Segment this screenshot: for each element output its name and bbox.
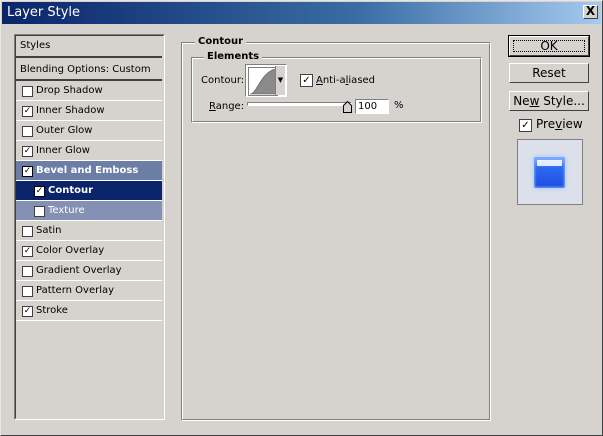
layer-style-dialog: Layer Style X Styles Blending Options: C… bbox=[0, 0, 603, 436]
style-item-label: Inner Glow bbox=[36, 145, 90, 156]
style-item-color-overlay[interactable]: ✓ Color Overlay bbox=[16, 241, 162, 261]
range-slider[interactable] bbox=[247, 102, 352, 106]
new-style-button[interactable]: New Style... bbox=[509, 91, 589, 111]
style-item-gradient-overlay[interactable]: Gradient Overlay bbox=[16, 261, 162, 281]
contour-curve-thumbnail[interactable] bbox=[248, 67, 278, 96]
contour-group-title: Contour bbox=[195, 36, 247, 47]
range-unit: % bbox=[394, 100, 404, 111]
style-item-checkbox[interactable]: ✓ bbox=[22, 246, 33, 257]
style-item-label: Contour bbox=[48, 185, 94, 196]
preview-checkbox[interactable]: ✓ bbox=[519, 119, 532, 132]
style-item-outer-glow[interactable]: Outer Glow bbox=[16, 121, 162, 141]
range-label: Range: bbox=[209, 101, 245, 112]
style-item-contour[interactable]: ✓ Contour bbox=[16, 181, 162, 201]
anti-aliased-checkbox[interactable]: ✓ bbox=[300, 74, 313, 87]
close-button[interactable]: X bbox=[583, 5, 598, 19]
style-item-inner-shadow[interactable]: ✓ Inner Shadow bbox=[16, 101, 162, 121]
style-item-checkbox[interactable] bbox=[34, 206, 45, 217]
styles-header-label: Styles bbox=[20, 40, 51, 51]
window-title: Layer Style bbox=[7, 5, 81, 20]
title-bar[interactable]: Layer Style X bbox=[2, 2, 601, 24]
elements-group-title: Elements bbox=[204, 51, 263, 62]
blending-options-label: Blending Options: Custom bbox=[20, 64, 151, 75]
style-item-stroke[interactable]: ✓ Stroke bbox=[16, 301, 162, 321]
anti-aliased-label: Anti-aliased bbox=[316, 75, 376, 86]
style-item-label: Color Overlay bbox=[36, 245, 105, 256]
style-item-checkbox[interactable] bbox=[22, 286, 33, 297]
style-item-checkbox[interactable]: ✓ bbox=[34, 186, 45, 197]
styles-header[interactable]: Styles bbox=[16, 36, 162, 58]
style-item-label: Texture bbox=[48, 205, 85, 216]
style-preview bbox=[517, 139, 583, 205]
preview-swatch bbox=[534, 157, 565, 188]
style-item-checkbox[interactable] bbox=[22, 126, 33, 137]
chevron-down-icon[interactable]: ▼ bbox=[275, 66, 285, 95]
reset-button[interactable]: Reset bbox=[509, 63, 589, 83]
style-item-label: Gradient Overlay bbox=[36, 265, 122, 276]
range-input[interactable]: 100 bbox=[355, 99, 389, 114]
style-item-checkbox[interactable] bbox=[22, 266, 33, 277]
ok-button[interactable]: OK bbox=[508, 35, 590, 57]
style-item-checkbox[interactable]: ✓ bbox=[22, 166, 33, 177]
contour-picker[interactable]: ▼ bbox=[245, 64, 287, 97]
style-item-checkbox[interactable] bbox=[22, 226, 33, 237]
style-item-label: Stroke bbox=[36, 305, 68, 316]
range-slider-thumb[interactable] bbox=[343, 101, 352, 113]
style-item-label: Outer Glow bbox=[36, 125, 93, 136]
style-item-checkbox[interactable] bbox=[22, 86, 33, 97]
style-item-pattern-overlay[interactable]: Pattern Overlay bbox=[16, 281, 162, 301]
style-item-label: Satin bbox=[36, 225, 62, 236]
elements-group bbox=[191, 57, 482, 123]
blending-options-row[interactable]: Blending Options: Custom bbox=[16, 59, 162, 81]
style-item-checkbox[interactable]: ✓ bbox=[22, 306, 33, 317]
style-item-checkbox[interactable]: ✓ bbox=[22, 146, 33, 157]
style-item-texture[interactable]: Texture bbox=[16, 201, 162, 221]
contour-label: Contour: bbox=[201, 75, 245, 86]
style-item-drop-shadow[interactable]: Drop Shadow bbox=[16, 81, 162, 101]
style-item-bevel-and-emboss[interactable]: ✓ Bevel and Emboss bbox=[16, 161, 162, 181]
style-item-label: Bevel and Emboss bbox=[36, 165, 139, 176]
style-item-checkbox[interactable]: ✓ bbox=[22, 106, 33, 117]
style-item-label: Pattern Overlay bbox=[36, 285, 115, 296]
preview-label: Preview bbox=[536, 117, 583, 131]
styles-list: Styles Blending Options: Custom Drop Sha… bbox=[14, 34, 165, 420]
style-item-label: Drop Shadow bbox=[36, 85, 103, 96]
style-item-label: Inner Shadow bbox=[36, 105, 105, 116]
style-item-satin[interactable]: Satin bbox=[16, 221, 162, 241]
style-item-inner-glow[interactable]: ✓ Inner Glow bbox=[16, 141, 162, 161]
